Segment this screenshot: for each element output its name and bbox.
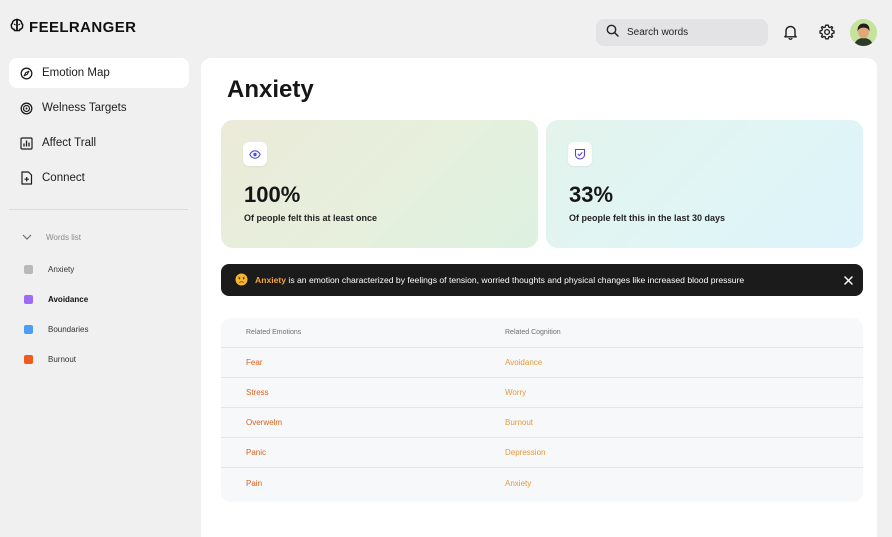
brain-icon	[10, 18, 24, 37]
emotion-link[interactable]: Fear	[221, 358, 505, 367]
compass-icon	[20, 67, 33, 80]
cognition-link[interactable]: Anxiety	[505, 479, 863, 488]
definition-banner: Anxiety is an emotion characterized by f…	[221, 264, 863, 296]
table-row: Overwelm Burnout	[221, 408, 863, 438]
search-box[interactable]	[596, 19, 768, 46]
emotion-link[interactable]: Overwelm	[221, 418, 505, 427]
sidebar-nav: Emotion Map Welness Targets Affect Trall…	[9, 58, 189, 198]
color-dot	[24, 294, 33, 304]
word-label: Anxiety	[48, 264, 75, 274]
definition-highlight: Anxiety	[255, 275, 287, 285]
bell-icon[interactable]	[781, 23, 799, 41]
main-panel: Anxiety 100% Of people felt this at leas…	[201, 58, 877, 537]
close-icon[interactable]	[842, 274, 854, 286]
stat-label: Of people felt this at least once	[244, 213, 378, 223]
table-row: Fear Avoidance	[221, 348, 863, 378]
stat-label: Of people felt this in the last 30 days	[569, 213, 726, 223]
emotion-link[interactable]: Panic	[221, 448, 505, 457]
gear-icon[interactable]	[818, 23, 836, 41]
word-item-burnout[interactable]: Burnout	[24, 354, 88, 364]
stat-card-ever: 100% Of people felt this at least once	[221, 120, 538, 248]
stat-value: 33%	[569, 182, 614, 207]
table-row: Panic Depression	[221, 438, 863, 468]
cognition-link[interactable]: Avoidance	[505, 358, 863, 367]
definition-text: Anxiety is an emotion characterized by f…	[255, 275, 744, 285]
sidebar-item-label: Emotion Map	[42, 67, 110, 79]
sidebar-item-emotion-map[interactable]: Emotion Map	[9, 58, 189, 88]
stat-card-recent: 33% Of people felt this in the last 30 d…	[546, 120, 863, 248]
chart-icon	[20, 136, 33, 150]
column-header-emotions: Related Emotions	[246, 329, 302, 336]
table-row: Stress Worry	[221, 378, 863, 408]
cognition-link[interactable]: Depression	[505, 448, 863, 457]
worried-face-icon	[235, 273, 248, 288]
sidebar-item-label: Welness Targets	[42, 102, 127, 114]
table-header: Related Emotions Related Cognition	[221, 318, 863, 348]
word-item-anxiety[interactable]: Anxiety	[24, 264, 88, 274]
app-window: FEELRANGER Search words Emotion Map Weln…	[0, 0, 892, 537]
sidebar-item-label: Connect	[42, 172, 85, 184]
avatar[interactable]	[850, 19, 877, 46]
color-dot	[24, 324, 33, 334]
words-list-toggle[interactable]: Words list	[22, 233, 81, 242]
color-dot	[24, 354, 33, 364]
stat-value: 100%	[244, 182, 301, 207]
cognition-link[interactable]: Burnout	[505, 418, 863, 427]
table-row: Pain Anxiety	[221, 468, 863, 498]
document-icon	[20, 171, 33, 185]
sidebar-item-affect-trall[interactable]: Affect Trall	[9, 128, 189, 158]
word-label: Boundaries	[48, 324, 89, 334]
emotion-link[interactable]: Pain	[221, 479, 505, 488]
eye-icon	[243, 142, 267, 166]
column-header-cognition: Related Cognition	[505, 329, 561, 336]
brand-name: FEELRANGER	[29, 18, 137, 36]
chevron-down-icon	[22, 233, 32, 242]
definition-body: is an emotion characterized by feelings …	[286, 275, 745, 285]
sidebar-item-connect[interactable]: Connect	[9, 163, 189, 193]
word-label: Avoidance	[48, 294, 89, 304]
word-item-boundaries[interactable]: Boundaries	[24, 324, 88, 334]
words-list-label: Words list	[46, 233, 81, 242]
sidebar-divider	[9, 209, 188, 210]
color-dot	[24, 264, 33, 274]
sidebar-item-label: Affect Trall	[42, 137, 97, 149]
page-title: Anxiety	[227, 76, 314, 103]
shield-check-icon	[568, 142, 592, 166]
sidebar-item-welness-targets[interactable]: Welness Targets	[9, 93, 189, 123]
emotion-link[interactable]: Stress	[221, 388, 505, 397]
words-list: Anxiety Avoidance Boundaries Burnout	[24, 264, 88, 384]
word-item-avoidance[interactable]: Avoidance	[24, 294, 88, 304]
word-label: Burnout	[48, 354, 77, 364]
target-icon	[20, 102, 33, 115]
search-icon	[606, 24, 619, 42]
brand-logo[interactable]: FEELRANGER	[10, 17, 136, 37]
cognition-link[interactable]: Worry	[505, 388, 863, 397]
related-table: Related Emotions Related Cognition Fear …	[221, 318, 863, 502]
search-input[interactable]	[627, 27, 757, 38]
